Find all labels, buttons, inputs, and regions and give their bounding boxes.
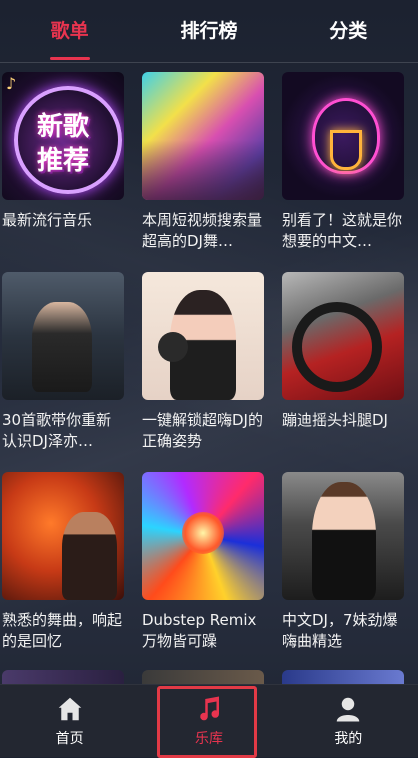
tab-label: 排行榜 — [180, 20, 238, 42]
nav-mine[interactable]: 我的 — [298, 694, 398, 748]
cover-text: 推荐 — [36, 146, 89, 176]
tab-charts[interactable]: 排行榜 — [149, 0, 269, 62]
home-icon — [58, 697, 81, 721]
playlist-title: 熟悉的舞曲，响起的是回忆 — [2, 611, 123, 650]
playlist-cover — [2, 472, 124, 600]
playlist-card[interactable]: Dubstep Remix 万物皆可躁 — [142, 472, 264, 652]
playlist-card[interactable]: ♪ 新歌 推荐 最新流行音乐 — [2, 72, 124, 252]
playlist-title: 别看了！这就是你想要的中文… — [282, 211, 403, 250]
playlist-cover — [282, 472, 404, 600]
playlist-cover — [2, 272, 124, 400]
playlist-card[interactable]: 一键解锁超嗨DJ的正确姿势 — [142, 272, 264, 452]
music-note-icon: ♪ — [6, 74, 17, 93]
nav-library[interactable]: 乐库 — [156, 686, 259, 758]
active-tab-indicator — [49, 57, 90, 60]
playlist-card[interactable]: 本周短视频搜索量超高的DJ舞… — [142, 72, 264, 252]
playlist-title: 蹦迪摇头抖腿DJ — [282, 411, 388, 429]
top-tabs: 歌单 排行榜 分类 — [0, 0, 418, 63]
tab-playlists[interactable]: 歌单 — [10, 0, 130, 62]
playlist-cover — [142, 72, 264, 200]
playlist-card[interactable]: 熟悉的舞曲，响起的是回忆 — [2, 472, 124, 652]
nav-label: 首页 — [55, 731, 84, 747]
playlist-title: 一键解锁超嗨DJ的正确姿势 — [142, 411, 263, 450]
playlist-title: Dubstep Remix 万物皆可躁 — [142, 611, 257, 650]
playlist-title: 中文DJ，7妹劲爆嗨曲精选 — [282, 611, 398, 650]
playlist-cover: ♪ 新歌 推荐 — [2, 72, 124, 200]
playlist-card[interactable]: 别看了！这就是你想要的中文… — [282, 72, 404, 252]
playlist-title: 30首歌带你重新认识DJ泽亦… — [2, 411, 112, 450]
selection-frame — [156, 686, 257, 758]
playlist-cover — [282, 272, 404, 400]
playlist-title: 最新流行音乐 — [2, 211, 93, 229]
playlist-card[interactable]: 30首歌带你重新认识DJ泽亦… — [2, 272, 124, 452]
bottom-nav: 首页 乐库 我的 — [0, 684, 418, 758]
tab-label: 分类 — [329, 20, 368, 42]
playlist-cover — [282, 72, 404, 200]
playlist-card[interactable]: 中文DJ，7妹劲爆嗨曲精选 — [282, 472, 404, 652]
person-icon — [337, 697, 360, 722]
tab-categories[interactable]: 分类 — [288, 0, 408, 62]
playlist-cover — [142, 272, 264, 400]
tab-label: 歌单 — [50, 20, 89, 42]
playlist-cover — [142, 472, 264, 600]
playlist-card[interactable]: 蹦迪摇头抖腿DJ — [282, 272, 404, 452]
nav-label: 我的 — [334, 731, 363, 747]
cover-text: 新歌 — [36, 112, 89, 142]
playlist-title: 本周短视频搜索量超高的DJ舞… — [142, 211, 263, 250]
nav-home[interactable]: 首页 — [20, 694, 120, 748]
